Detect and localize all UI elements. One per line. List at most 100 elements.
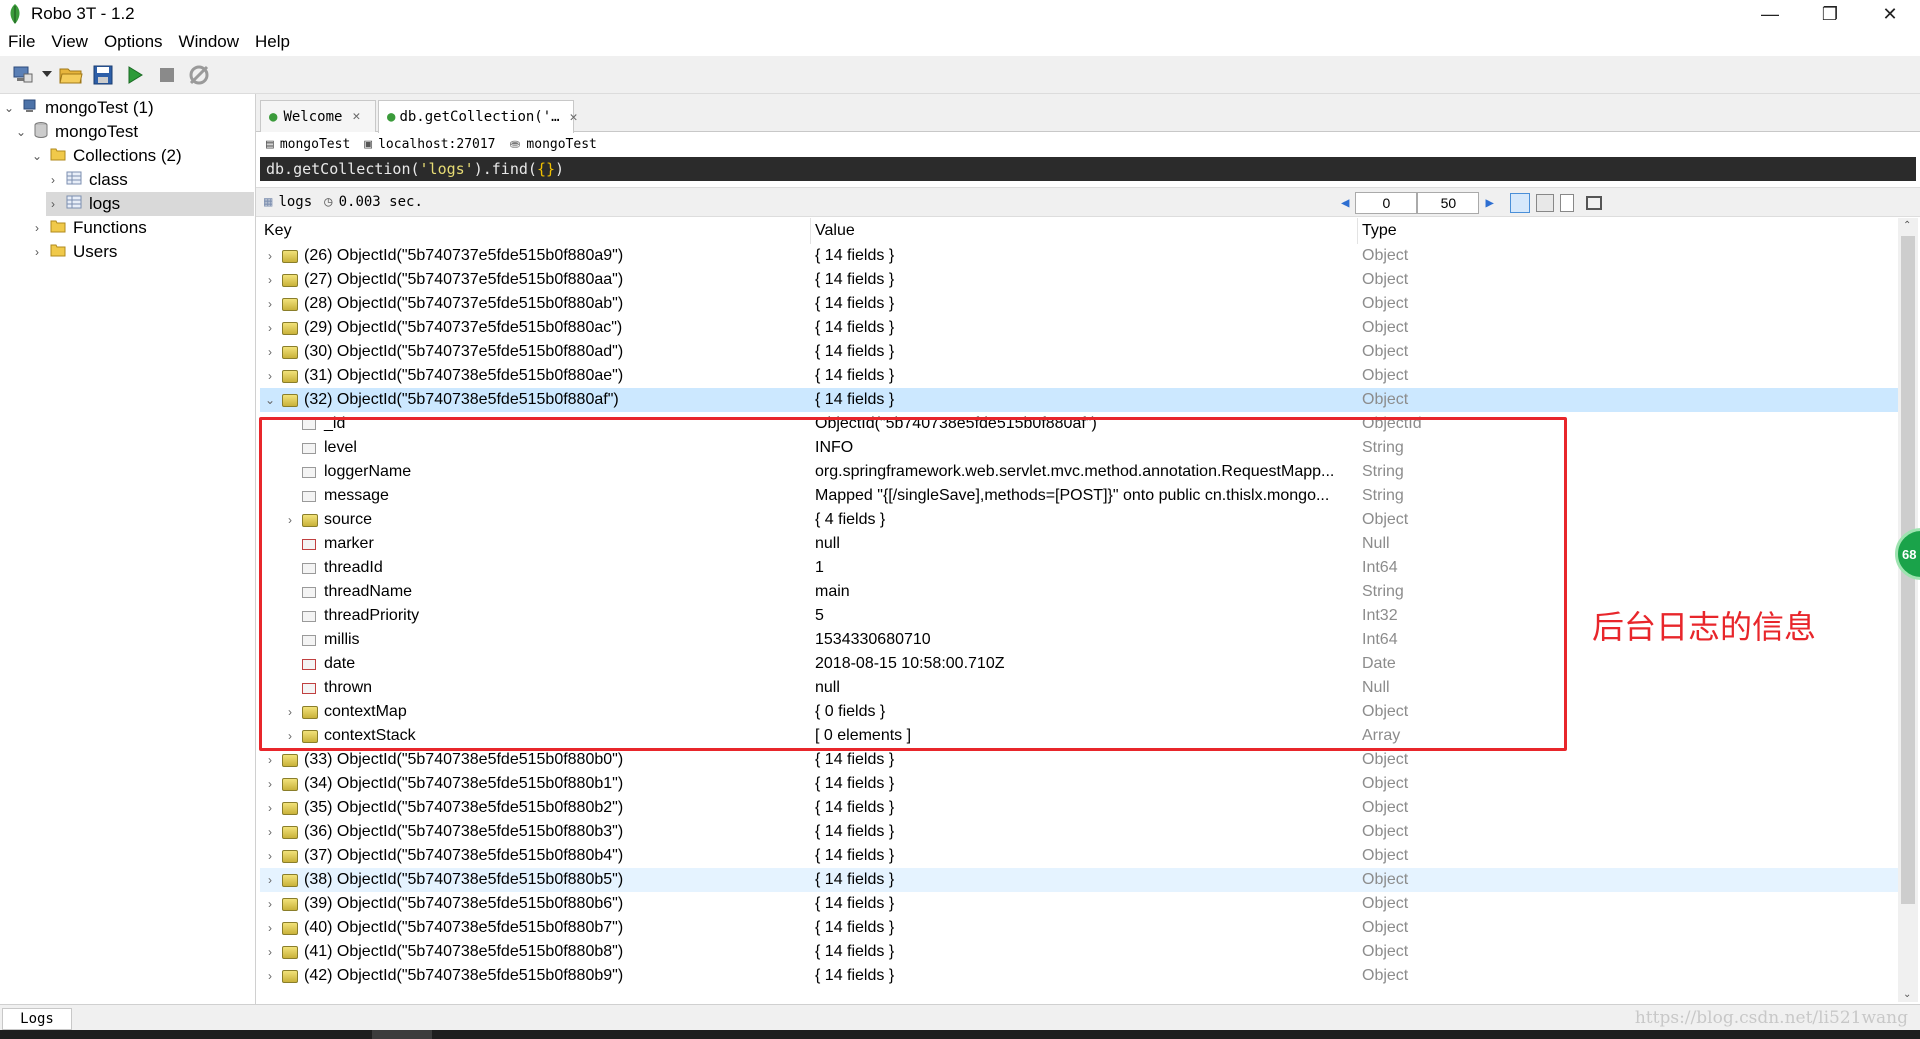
chevron-right-icon[interactable]: ›: [264, 321, 276, 335]
chevron-right-icon[interactable]: ›: [264, 849, 276, 863]
menu-view[interactable]: View: [43, 32, 96, 52]
chevron-right-icon[interactable]: ›: [264, 825, 276, 839]
next-page-icon[interactable]: ▶: [1485, 195, 1493, 211]
table-row[interactable]: › (27) ObjectId("5b740737e5fde515b0f880aa…: [260, 268, 1900, 292]
chevron-right-icon[interactable]: ›: [264, 297, 276, 311]
chevron-right-icon[interactable]: ›: [264, 273, 276, 287]
title-bar: Robo 3T - 1.2: [0, 0, 1920, 28]
document-icon: [282, 945, 298, 959]
scroll-up-icon[interactable]: ⌃: [1903, 220, 1911, 231]
table-row[interactable]: › (36) ObjectId("5b740738e5fde515b0f880b3…: [260, 820, 1900, 844]
chevron-down-icon[interactable]: ⌄: [30, 149, 44, 163]
header-value[interactable]: Value: [811, 218, 1358, 244]
results-collection: logs: [278, 194, 313, 210]
chevron-down-icon[interactable]: ⌄: [14, 125, 28, 139]
detach-icon[interactable]: [1585, 196, 1602, 210]
query-editor[interactable]: db.getCollection('logs').find({}): [260, 157, 1916, 181]
table-row[interactable]: › (42) ObjectId("5b740738e5fde515b0f880b9…: [260, 964, 1900, 988]
menu-window[interactable]: Window: [171, 32, 247, 52]
table-row[interactable]: › (39) ObjectId("5b740738e5fde515b0f880b6…: [260, 892, 1900, 916]
vertical-scrollbar[interactable]: ⌃ ⌄: [1898, 218, 1918, 1002]
menu-file[interactable]: File: [0, 32, 43, 52]
minimize-icon[interactable]: —: [1740, 0, 1800, 28]
table-view-icon[interactable]: [1535, 194, 1554, 212]
leaf-icon: ●: [387, 109, 396, 125]
table-row[interactable]: › (41) ObjectId("5b740738e5fde515b0f880b8…: [260, 940, 1900, 964]
skip-input[interactable]: 0: [1355, 192, 1418, 214]
chevron-right-icon[interactable]: ›: [264, 777, 276, 791]
table-row[interactable]: › (35) ObjectId("5b740738e5fde515b0f880b2…: [260, 796, 1900, 820]
cell-value: { 14 fields }: [815, 391, 895, 408]
chevron-right-icon[interactable]: ›: [264, 897, 276, 911]
chevron-right-icon[interactable]: ›: [264, 873, 276, 887]
dropdown-icon[interactable]: [40, 60, 54, 90]
table-row-expanded[interactable]: ⌄ (32) ObjectId("5b740738e5fde515b0f880af…: [260, 388, 1900, 412]
chevron-right-icon[interactable]: ›: [264, 969, 276, 983]
save-icon[interactable]: [88, 60, 118, 90]
open-folder-icon[interactable]: [56, 60, 86, 90]
header-type[interactable]: Type: [1358, 218, 1900, 244]
chevron-right-icon[interactable]: ›: [30, 245, 44, 259]
menu-help[interactable]: Help: [247, 32, 298, 52]
header-key[interactable]: Key: [260, 218, 811, 244]
chevron-right-icon[interactable]: ›: [46, 173, 60, 187]
chevron-right-icon[interactable]: ›: [264, 801, 276, 815]
chevron-right-icon[interactable]: ›: [264, 345, 276, 359]
menu-options[interactable]: Options: [96, 32, 171, 52]
table-row[interactable]: › (33) ObjectId("5b740738e5fde515b0f880b0…: [260, 748, 1900, 772]
chevron-down-icon[interactable]: ⌄: [264, 393, 276, 407]
limit-input[interactable]: 50: [1417, 192, 1480, 214]
tree-item-class[interactable]: › class: [46, 168, 128, 192]
tree-item-logs[interactable]: › logs: [46, 192, 254, 216]
chevron-right-icon[interactable]: ›: [30, 221, 44, 235]
prev-page-icon[interactable]: ◀: [1341, 195, 1349, 211]
tree-collections[interactable]: ⌄ Collections (2): [30, 144, 182, 168]
tab-query[interactable]: ● db.getCollection('… ✕: [378, 100, 577, 133]
table-row[interactable]: › (34) ObjectId("5b740738e5fde515b0f880b1…: [260, 772, 1900, 796]
connect-icon[interactable]: [8, 60, 38, 90]
cell-value: { 14 fields }: [815, 823, 895, 840]
table-row[interactable]: › (30) ObjectId("5b740737e5fde515b0f880ad…: [260, 340, 1900, 364]
chevron-right-icon[interactable]: ›: [264, 921, 276, 935]
tools-icon[interactable]: [184, 60, 214, 90]
scroll-down-icon[interactable]: ⌄: [1903, 989, 1911, 1000]
table-row[interactable]: › (26) ObjectId("5b740737e5fde515b0f880a9…: [260, 244, 1900, 268]
cell-key: › (42) ObjectId("5b740738e5fde515b0f880b9…: [260, 964, 810, 988]
run-icon[interactable]: [120, 60, 150, 90]
chevron-right-icon[interactable]: ›: [264, 945, 276, 959]
cell-key: › (37) ObjectId("5b740738e5fde515b0f880b4…: [260, 844, 810, 868]
explorer-tree: ⌄ mongoTest (1) ⌄ mongoTest ⌄ Collection…: [0, 94, 256, 1004]
restore-icon[interactable]: ❐: [1800, 0, 1860, 28]
text-view-icon[interactable]: [1559, 194, 1574, 212]
cell-key: › (38) ObjectId("5b740738e5fde515b0f880b5…: [260, 868, 810, 892]
key-text: (36) ObjectId("5b740738e5fde515b0f880b3"…: [304, 823, 624, 840]
table-row[interactable]: › (37) ObjectId("5b740738e5fde515b0f880b4…: [260, 844, 1900, 868]
chevron-right-icon[interactable]: ›: [46, 197, 60, 211]
document-icon: [282, 273, 298, 287]
tree-collections-label: Collections (2): [73, 146, 182, 165]
close-tab-icon[interactable]: ✕: [352, 109, 360, 124]
tree-connection[interactable]: ⌄ mongoTest (1): [2, 96, 154, 120]
table-row[interactable]: › (40) ObjectId("5b740738e5fde515b0f880b7…: [260, 916, 1900, 940]
table-row[interactable]: › (28) ObjectId("5b740737e5fde515b0f880ab…: [260, 292, 1900, 316]
close-tab-icon[interactable]: ✕: [570, 110, 578, 125]
close-icon[interactable]: ✕: [1860, 0, 1920, 28]
tab-welcome[interactable]: ● Welcome ✕: [260, 100, 376, 132]
status-bar: Logs https://blog.csdn.net/li521wang: [0, 1004, 1920, 1030]
table-row[interactable]: › (29) ObjectId("5b740737e5fde515b0f880ac…: [260, 316, 1900, 340]
chevron-right-icon[interactable]: ›: [264, 369, 276, 383]
chevron-down-icon[interactable]: ⌄: [2, 101, 16, 115]
tree-view-icon[interactable]: [1509, 193, 1530, 213]
tree-database[interactable]: ⌄ mongoTest: [14, 120, 138, 144]
tree-item-logs-label: logs: [89, 194, 121, 213]
cell-key: › (31) ObjectId("5b740738e5fde515b0f880ae…: [260, 364, 810, 388]
tree-users[interactable]: › Users: [30, 240, 117, 264]
table-row[interactable]: › (31) ObjectId("5b740738e5fde515b0f880ae…: [260, 364, 1900, 388]
chevron-right-icon[interactable]: ›: [264, 753, 276, 767]
chevron-right-icon[interactable]: ›: [264, 249, 276, 263]
tree-functions[interactable]: › Functions: [30, 216, 147, 240]
taskbar-item[interactable]: [372, 1030, 432, 1039]
logs-tab[interactable]: Logs: [2, 1008, 72, 1030]
table-row[interactable]: › (38) ObjectId("5b740738e5fde515b0f880b5…: [260, 868, 1900, 892]
stop-icon[interactable]: [152, 60, 182, 90]
